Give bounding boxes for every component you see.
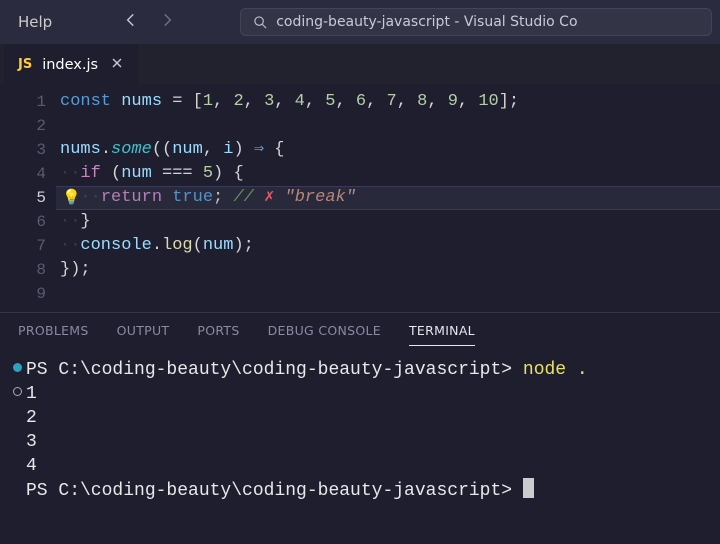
nav-arrows bbox=[114, 11, 184, 33]
terminal[interactable]: PS C:\coding-beauty\coding-beauty-javasc… bbox=[0, 350, 720, 544]
terminal-output-line: 4 bbox=[26, 454, 720, 478]
code-line bbox=[60, 282, 720, 306]
panel-tab-ports[interactable]: PORTS bbox=[197, 323, 239, 346]
code-editor[interactable]: 1 2 3 4 5 6 7 8 9 💡 const nums = [1, 2, … bbox=[0, 84, 720, 312]
search-icon bbox=[253, 15, 268, 30]
panel-tab-output[interactable]: OUTPUT bbox=[117, 323, 170, 346]
search-label: coding-beauty-javascript - Visual Studio… bbox=[276, 14, 577, 30]
terminal-active-dot-icon bbox=[13, 363, 22, 372]
terminal-output-line: 3 bbox=[26, 430, 720, 454]
terminal-cursor bbox=[523, 478, 534, 498]
titlebar: Help coding-beauty-javascript - Visual S… bbox=[0, 0, 720, 44]
command-center-search[interactable]: coding-beauty-javascript - Visual Studio… bbox=[240, 8, 712, 36]
js-file-icon: JS bbox=[18, 57, 32, 72]
panel-tabs: PROBLEMS OUTPUT PORTS DEBUG CONSOLE TERM… bbox=[0, 313, 720, 350]
nav-back-icon[interactable] bbox=[122, 11, 140, 33]
panel-tab-problems[interactable]: PROBLEMS bbox=[18, 323, 89, 346]
editor-tabs: JS index.js bbox=[0, 44, 720, 84]
terminal-history-dot-icon bbox=[13, 387, 22, 396]
bottom-panel: PROBLEMS OUTPUT PORTS DEBUG CONSOLE TERM… bbox=[0, 312, 720, 544]
code-line: ··} bbox=[60, 210, 720, 234]
terminal-prompt-line: PS C:\coding-beauty\coding-beauty-javasc… bbox=[26, 478, 720, 503]
tab-index-js[interactable]: JS index.js bbox=[4, 44, 138, 84]
code-line bbox=[60, 114, 720, 138]
panel-tab-terminal[interactable]: TERMINAL bbox=[409, 323, 475, 346]
code-line: const nums = [1, 2, 3, 4, 5, 6, 7, 8, 9,… bbox=[60, 90, 720, 114]
terminal-output-line: 1 bbox=[26, 382, 720, 406]
code-line: nums.some((num, i) ⇒ { bbox=[60, 138, 720, 162]
terminal-line: PS C:\coding-beauty\coding-beauty-javasc… bbox=[26, 358, 720, 382]
terminal-output-line: 2 bbox=[26, 406, 720, 430]
menu-help[interactable]: Help bbox=[8, 13, 62, 31]
code-content[interactable]: 💡 const nums = [1, 2, 3, 4, 5, 6, 7, 8, … bbox=[60, 90, 720, 306]
line-number-gutter: 1 2 3 4 5 6 7 8 9 bbox=[0, 90, 60, 306]
nav-forward-icon[interactable] bbox=[158, 11, 176, 33]
tab-filename: index.js bbox=[42, 57, 98, 73]
code-line: ··console.log(num); bbox=[60, 234, 720, 258]
code-line: ··if (num === 5) { bbox=[60, 162, 720, 186]
current-line-highlight bbox=[56, 186, 720, 210]
tab-close-icon[interactable] bbox=[110, 56, 124, 74]
panel-tab-debug-console[interactable]: DEBUG CONSOLE bbox=[268, 323, 381, 346]
lightbulb-icon[interactable]: 💡 bbox=[62, 187, 81, 211]
code-line: }); bbox=[60, 258, 720, 282]
